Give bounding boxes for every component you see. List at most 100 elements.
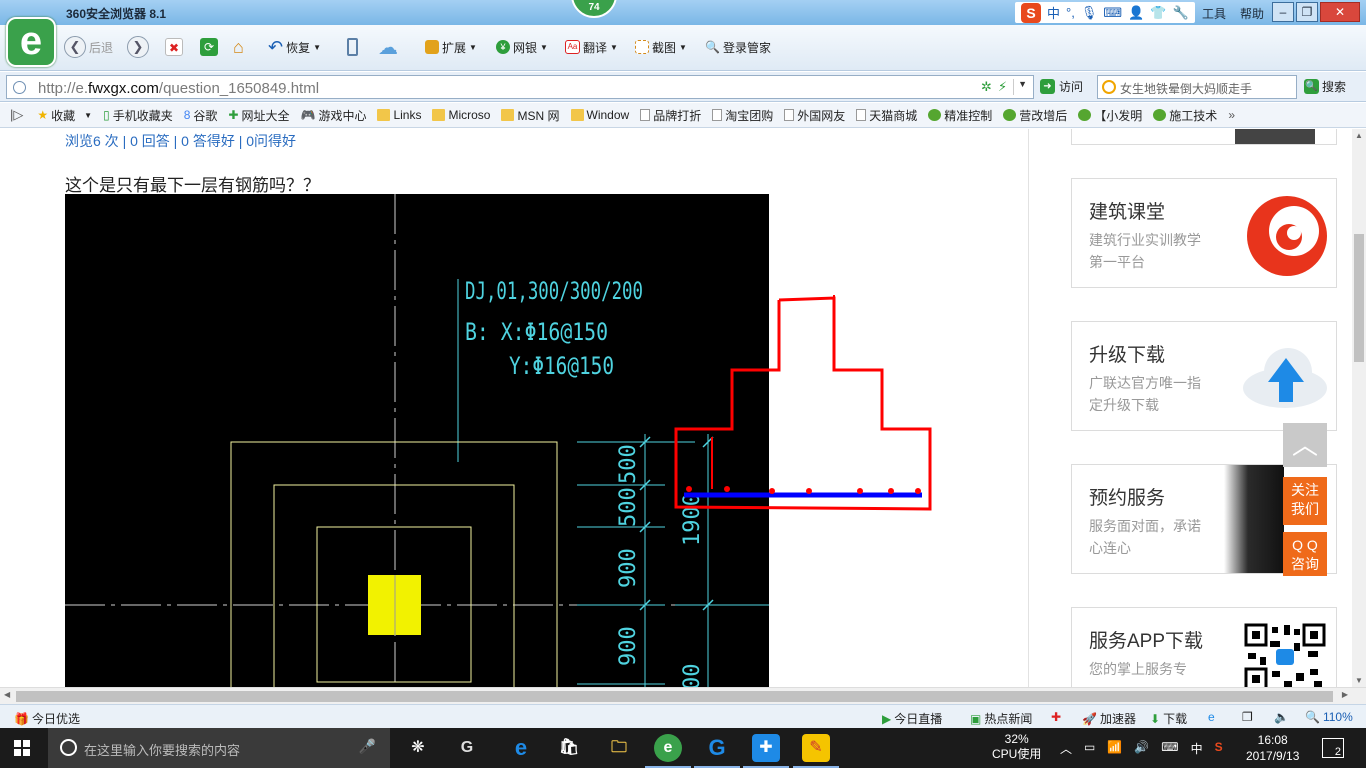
glodon-g-icon[interactable]: G <box>694 734 740 768</box>
phone-button[interactable] <box>347 35 358 59</box>
stop-button[interactable]: ✖ <box>165 35 183 59</box>
keyboard-icon[interactable]: ⌨ <box>1161 740 1178 757</box>
favorite-item[interactable]: 施工技术 <box>1153 107 1217 124</box>
notes-icon[interactable]: ✎ <box>793 734 839 768</box>
360-browser-icon[interactable]: e <box>645 734 691 768</box>
zoom-button[interactable]: 🔍 110% <box>1305 710 1353 724</box>
battery-icon[interactable]: ▭ <box>1084 740 1095 757</box>
favorite-item[interactable]: 营改增后 <box>1003 107 1067 124</box>
back-button[interactable]: ❮ 后退 <box>64 35 113 59</box>
sidebar-card-upgrade[interactable]: 升级下载 广联达官方唯一指定升级下载 <box>1071 321 1337 431</box>
home-button[interactable]: ⌂ <box>233 35 244 59</box>
favorite-item[interactable]: Microso <box>432 108 490 122</box>
login-manager-button[interactable]: 🔍 登录管家 <box>705 35 771 59</box>
visit-button[interactable]: ➜ 访问 <box>1040 78 1083 95</box>
refresh-button[interactable]: ⟳ <box>200 35 218 59</box>
taskbar-search-input[interactable]: 在这里输入你要搜索的内容 🎤 <box>48 728 390 768</box>
close-button[interactable]: ✕ <box>1320 2 1360 22</box>
dropdown-icon[interactable]: ▼ <box>1013 79 1027 95</box>
ime-indicator[interactable]: 中 <box>1191 740 1203 757</box>
favorite-item[interactable]: 淘宝团购 <box>712 107 773 124</box>
today-picks-button[interactable]: 🎁 今日优选 <box>14 710 80 727</box>
favorite-item[interactable]: 天猫商城 <box>856 107 917 124</box>
wrench-icon[interactable]: 🔧 <box>1172 5 1188 21</box>
screenshot-button[interactable]: 截图 ▼ <box>635 35 687 59</box>
store-icon[interactable]: 🛍 <box>555 734 583 762</box>
ime-punct[interactable]: °, <box>1066 5 1075 20</box>
hot-news-button[interactable]: ▣ 热点新闻 <box>970 710 1032 727</box>
action-center-button[interactable]: 2 <box>1322 738 1344 758</box>
horizontal-scrollbar[interactable]: ◀ ▶ <box>0 687 1366 704</box>
ime-toolbar[interactable]: S 中 °, 🎙 ⌨ 👤 👕 🔧 <box>1015 2 1195 23</box>
restore-button[interactable]: ↶ 恢复 ▼ <box>268 35 321 59</box>
favorite-item[interactable]: Links <box>377 108 421 122</box>
browser-logo[interactable]: e <box>6 17 56 67</box>
score-badge[interactable]: 74 <box>571 0 617 18</box>
more-favorites-button[interactable]: » <box>1228 108 1235 122</box>
user-icon[interactable]: 👤 <box>1128 5 1144 21</box>
keyboard-icon[interactable]: ⌨ <box>1103 5 1122 21</box>
maximize-button[interactable]: ❐ <box>1296 2 1318 22</box>
favorite-item[interactable]: 【小发明 <box>1078 107 1142 124</box>
edge-icon[interactable]: e <box>507 734 535 762</box>
favorite-item[interactable]: 精准控制 <box>928 107 992 124</box>
volume-icon[interactable]: 🔈 <box>1274 710 1289 724</box>
accelerator-button[interactable]: 🚀 加速器 <box>1082 710 1136 727</box>
health-icon[interactable]: ✚ <box>1051 710 1061 724</box>
minimize-button[interactable]: – <box>1272 2 1294 22</box>
task-view-icon[interactable]: ❋ <box>404 734 432 762</box>
follow-us-button[interactable]: 关注我们 <box>1283 477 1327 525</box>
wifi-icon[interactable]: 📶 <box>1107 740 1122 757</box>
speed-mode-icon[interactable]: ⚡ <box>998 79 1007 95</box>
app-plus-icon[interactable]: ✚ <box>743 734 789 768</box>
sidebar-card-course[interactable]: 建筑课堂 建筑行业实训教学第一平台 <box>1071 178 1337 288</box>
window-icon[interactable]: ❐ <box>1242 710 1253 724</box>
menu-tools[interactable]: 工具 <box>1202 5 1226 22</box>
speaker-icon[interactable]: 🔊 <box>1134 740 1149 757</box>
scroll-thumb[interactable] <box>1354 234 1364 362</box>
back-to-top-button[interactable]: ︿ <box>1283 423 1327 467</box>
menu-help[interactable]: 帮助 <box>1240 5 1264 22</box>
cpu-usage[interactable]: 32% CPU使用 <box>992 732 1041 762</box>
sidebar-card-app[interactable]: 服务APP下载 您的掌上服务专 <box>1071 607 1337 687</box>
cloud-button[interactable]: ☁ <box>378 35 398 59</box>
search-input[interactable]: 女生地铁晕倒大妈顺走手 <box>1097 75 1297 99</box>
translate-button[interactable]: Aa 翻译 ▼ <box>565 35 618 59</box>
ie-mode-icon[interactable]: e <box>1208 710 1215 724</box>
favorite-item[interactable]: ★ 收藏 ▼ <box>37 107 92 124</box>
favorite-item[interactable]: ✚ 网址大全 <box>228 107 289 124</box>
explorer-icon[interactable]: 🗀 <box>605 734 633 762</box>
favorite-item[interactable]: MSN 网 <box>501 107 560 124</box>
scroll-thumb[interactable] <box>16 691 1333 702</box>
sidebar-card-top[interactable] <box>1071 129 1337 145</box>
favorite-item[interactable]: 外国网友 <box>784 107 845 124</box>
sogou-icon[interactable]: S <box>1021 2 1041 23</box>
download-button[interactable]: ⬇ 下载 <box>1150 710 1187 727</box>
shirt-icon[interactable]: 👕 <box>1150 5 1166 21</box>
netbank-button[interactable]: ¥ 网银 ▼ <box>496 35 548 59</box>
glodon-app-icon[interactable]: G <box>453 734 481 762</box>
compat-icon[interactable]: ✲ <box>981 79 992 95</box>
extend-button[interactable]: 扩展 ▼ <box>425 35 477 59</box>
search-button[interactable]: 🔍 搜索 <box>1304 78 1346 95</box>
favorite-item[interactable]: 品牌打折 <box>640 107 701 124</box>
today-live-button[interactable]: ▶ 今日直播 <box>882 710 942 727</box>
url-text[interactable]: http://e.fwxgx.com/question_1650849.html <box>38 80 319 97</box>
address-bar[interactable]: http://e.fwxgx.com/question_1650849.html… <box>6 75 1034 99</box>
favorite-item[interactable]: 8 谷歌 <box>184 107 218 124</box>
qq-consult-button[interactable]: Q Q 咨询 <box>1283 532 1327 576</box>
sidebar-toggle-icon[interactable]: |▷ <box>10 107 23 123</box>
start-button[interactable] <box>14 740 30 756</box>
mic-icon[interactable]: 🎤 <box>359 738 376 755</box>
chevron-up-icon[interactable]: ︿ <box>1060 740 1072 757</box>
sogou-tray-icon[interactable]: S <box>1215 740 1223 757</box>
favorite-item[interactable]: Window <box>570 108 629 122</box>
vertical-scrollbar[interactable]: ▲ ▼ <box>1352 129 1366 687</box>
forward-button[interactable]: ❯ <box>127 35 149 59</box>
favorite-item[interactable]: 🎮 游戏中心 <box>300 107 366 124</box>
dropdown-icon[interactable]: ▼ <box>84 111 92 120</box>
favorite-item[interactable]: ▯ 手机收藏夹 <box>103 107 173 124</box>
ime-mode[interactable]: 中 <box>1047 3 1060 22</box>
clock[interactable]: 16:08 2017/9/13 <box>1246 732 1299 764</box>
mic-icon[interactable]: 🎙 <box>1081 5 1098 21</box>
